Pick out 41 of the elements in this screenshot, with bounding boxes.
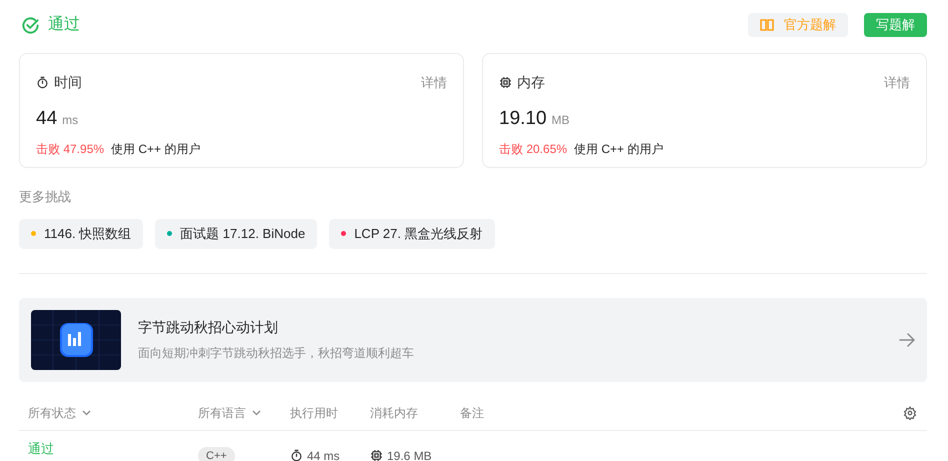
column-header[interactable]: 所有语言	[198, 404, 290, 422]
section-title: 更多挑战	[19, 188, 72, 206]
settings-icon[interactable]	[903, 406, 917, 420]
banner-subtitle: 面向短期冲刺字节跳动秋招选手，秋招弯道顺利超车	[138, 345, 415, 362]
metric-title: 内存	[517, 73, 545, 92]
promo-banner[interactable]: 字节跳动秋招心动计划 面向短期冲刺字节跳动秋招选手，秋招弯道顺利超车	[19, 298, 927, 382]
metric-value: 19.10	[499, 107, 547, 131]
write-solution-button[interactable]: 写题解	[864, 13, 927, 37]
column-header[interactable]: 所有状态	[28, 404, 198, 422]
status-label: 通过	[48, 14, 80, 35]
metric-unit: ms	[62, 112, 78, 129]
details-link[interactable]: 详情	[421, 72, 447, 92]
beat-note: 使用 C++ 的用户	[111, 140, 200, 158]
challenge-chip[interactable]: 1146. 快照数组	[19, 218, 144, 248]
metric-unit: MB	[552, 112, 570, 129]
beat-percentage: 击败 47.95%	[36, 140, 104, 158]
stopwatch-icon	[290, 449, 303, 461]
details-link[interactable]: 详情	[884, 72, 910, 92]
status-link[interactable]: 通过	[28, 438, 198, 458]
chevron-down-icon	[82, 410, 91, 416]
runtime-cell-text: 44 ms	[307, 448, 340, 461]
chip-icon	[370, 449, 383, 461]
metric-title: 时间	[54, 73, 82, 92]
beat-percentage: 击败 20.65%	[499, 140, 568, 158]
official-solution-button[interactable]: 官方题解	[748, 13, 848, 37]
column-header: 备注	[460, 405, 485, 422]
challenge-chip[interactable]: 面试题 17.12. BiNode	[155, 218, 318, 248]
column-header: 消耗内存	[370, 405, 419, 422]
chevron-down-icon	[252, 410, 261, 416]
arrow-right-icon	[899, 332, 915, 346]
book-icon	[760, 19, 774, 31]
challenge-chip[interactable]: LCP 27. 黑盒光线反射	[329, 218, 495, 248]
check-circle-icon	[21, 16, 40, 34]
banner-title: 字节跳动秋招心动计划	[138, 318, 279, 337]
chip-icon	[499, 76, 512, 89]
memory-cell-text: 19.6 MB	[387, 448, 432, 461]
column-header: 执行用时	[290, 405, 339, 422]
beat-note: 使用 C++ 的用户	[574, 140, 664, 158]
language-tag: C++	[198, 446, 235, 461]
stopwatch-icon	[36, 76, 49, 89]
metric-value: 44	[36, 107, 58, 131]
